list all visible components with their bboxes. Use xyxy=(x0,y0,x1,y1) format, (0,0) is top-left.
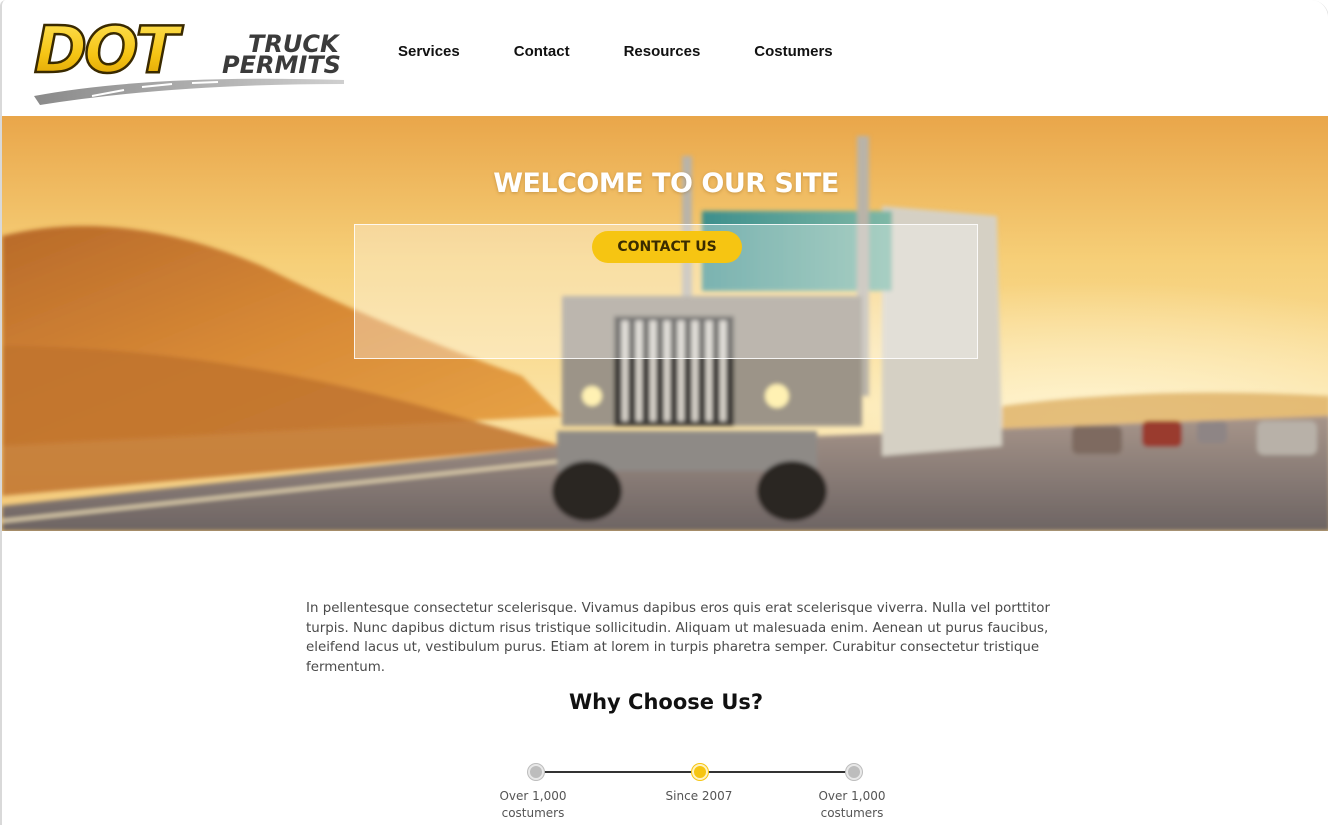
timeline-dot-1[interactable] xyxy=(528,764,544,780)
timeline-label-1-line2: costumers xyxy=(501,806,565,820)
nav-services[interactable]: Services xyxy=(398,43,460,60)
intro-paragraph: In pellentesque consectetur scelerisque.… xyxy=(306,601,1050,675)
hero-title: WELCOME TO OUR SITE xyxy=(493,168,839,199)
dot-truck-permits-logo[interactable]: DOT TRUCK PERMITS xyxy=(32,10,348,106)
nav-resources[interactable]: Resources xyxy=(624,43,701,60)
main-nav: Services Contact Resources Costumers xyxy=(398,43,887,60)
timeline-label-2-line1: Since 2007 xyxy=(665,789,733,803)
timeline-connector xyxy=(700,771,854,773)
timeline-connector xyxy=(536,771,700,773)
nav-contact[interactable]: Contact xyxy=(514,43,570,60)
timeline-dot-2[interactable] xyxy=(692,764,708,780)
why-choose-us-timeline: Over 1,000 costumers Since 2007 Over 1,0… xyxy=(2,760,1328,825)
site-header: DOT TRUCK PERMITS Services Contact Resou… xyxy=(2,0,1328,116)
logo-permits-text: PERMITS xyxy=(222,51,341,79)
browser-page: DOT TRUCK PERMITS Services Contact Resou… xyxy=(0,0,1328,825)
timeline-label-3-line2: costumers xyxy=(820,806,884,820)
timeline-label-3-line1: Over 1,000 xyxy=(818,789,886,803)
timeline-dot-3[interactable] xyxy=(846,764,862,780)
timeline-label-1-line1: Over 1,000 xyxy=(499,789,567,803)
nav-costumers[interactable]: Costumers xyxy=(754,43,832,60)
timeline-label-2: Since 2007 xyxy=(644,788,754,805)
timeline-label-3: Over 1,000 costumers xyxy=(797,788,907,822)
contact-us-button[interactable]: CONTACT US xyxy=(592,231,742,263)
logo-dot-text: DOT xyxy=(34,14,184,88)
why-choose-us-heading: Why Choose Us? xyxy=(568,690,764,714)
timeline-label-1: Over 1,000 costumers xyxy=(478,788,588,822)
